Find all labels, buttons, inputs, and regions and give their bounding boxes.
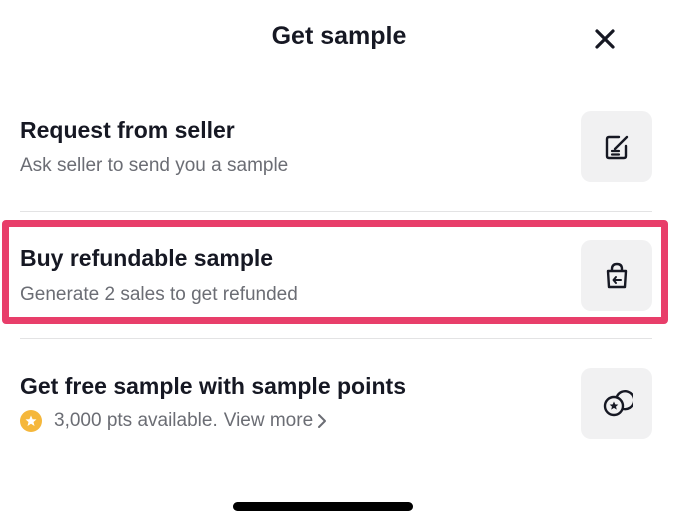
option-free-sample-with-points[interactable]: Get free sample with sample points 3,000…	[0, 357, 678, 467]
home-indicator[interactable]	[233, 502, 413, 511]
points-coin-icon	[20, 410, 42, 432]
option-icon-box	[581, 368, 652, 439]
points-row: 3,000 pts available. View more	[20, 410, 327, 432]
option-title: Buy refundable sample	[20, 245, 274, 271]
note-edit-icon	[605, 135, 628, 159]
divider	[20, 338, 652, 339]
close-button[interactable]	[588, 22, 622, 56]
option-icon-box	[581, 111, 652, 182]
option-buy-refundable-sample[interactable]: Buy refundable sample Generate 2 sales t…	[0, 229, 678, 339]
sheet-header: Get sample	[0, 0, 678, 80]
sample-points-icon	[603, 389, 633, 416]
chevron-right-icon[interactable]	[317, 413, 327, 429]
divider	[20, 211, 652, 212]
option-subtitle: Ask seller to send you a sample	[20, 155, 289, 176]
bag-return-icon	[606, 262, 627, 288]
option-title: Get free sample with sample points	[20, 373, 406, 399]
points-available-text: 3,000 pts available.	[54, 410, 218, 431]
option-request-from-seller[interactable]: Request from seller Ask seller to send y…	[0, 100, 678, 210]
option-icon-box	[581, 240, 652, 311]
view-more-link[interactable]: View more	[224, 410, 313, 432]
option-subtitle: Generate 2 sales to get refunded	[20, 284, 298, 305]
option-title: Request from seller	[20, 117, 235, 143]
page-title: Get sample	[271, 22, 407, 50]
close-icon	[595, 29, 615, 49]
